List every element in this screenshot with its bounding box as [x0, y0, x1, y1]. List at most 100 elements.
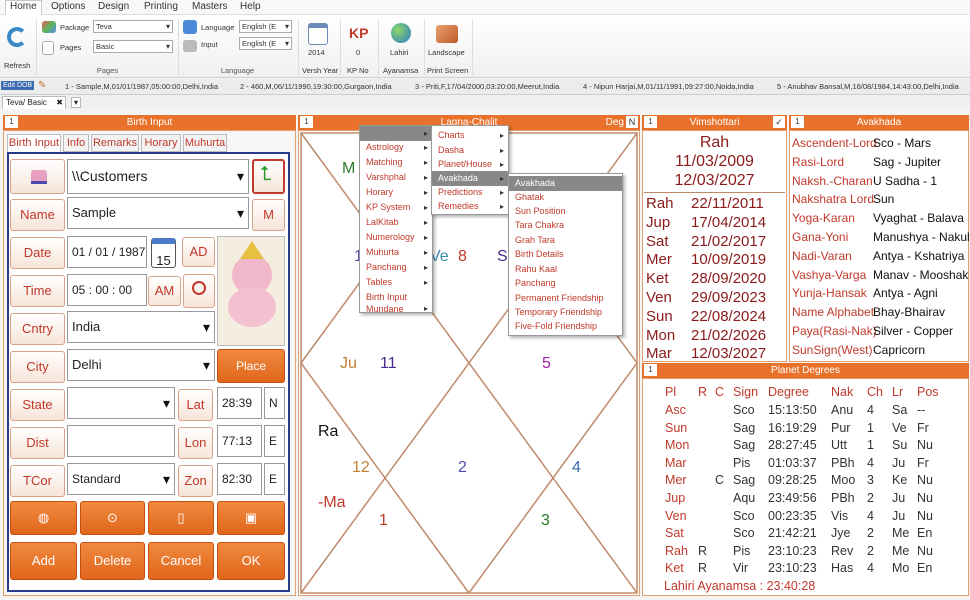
check-icon[interactable]: ✓ [773, 116, 785, 128]
language-select[interactable]: English (E [239, 20, 292, 33]
zone-input[interactable]: 82:30 [217, 463, 262, 495]
cancel-button[interactable]: Cancel [148, 542, 214, 580]
state-select[interactable] [67, 387, 175, 419]
ayanamsa-button[interactable]: Lahiri Ayanamsa [382, 21, 422, 75]
menu-home[interactable]: Home [5, 0, 42, 15]
dasha-row[interactable]: Sat 21/02/2017 [643, 233, 786, 252]
submenu-item-dasha[interactable]: Dasha ▸ [432, 143, 508, 158]
dasha-row[interactable]: Mar 12/03/2027 [643, 345, 786, 364]
tab-horary[interactable]: Horary [141, 134, 181, 152]
submenu2-item-birth-details[interactable]: Birth Details [509, 247, 622, 262]
submenu2-item-panchang[interactable]: Panchang [509, 276, 622, 291]
submenu2-item-avakhada[interactable]: Avakhada [509, 176, 622, 191]
menu-item-horary[interactable]: Horary ▸ [360, 185, 432, 200]
country-select[interactable]: India [67, 311, 215, 343]
north-toggle[interactable]: N [626, 116, 638, 128]
folder-path-select[interactable]: \\Customers [67, 159, 249, 194]
menu-item-varshphal[interactable]: Varshphal ▸ [360, 170, 432, 185]
lat-direction[interactable]: N [264, 387, 285, 419]
pages-select[interactable]: Basic [93, 40, 173, 53]
submenu2-item-five-fold-friendship[interactable]: Five-Fold Friendship [509, 319, 622, 334]
lon-button[interactable]: Lon [178, 427, 213, 459]
menu-item-kp-system[interactable]: KP System ▸ [360, 200, 432, 215]
city-select[interactable]: Delhi [67, 349, 215, 381]
tab-birth-input[interactable]: Birth Input [7, 134, 61, 152]
place-finder-button[interactable]: Place Finder [217, 349, 285, 405]
dasha-row[interactable]: Mer 10/09/2019 [643, 251, 786, 270]
ad-button[interactable]: AD [182, 237, 215, 267]
lon-input[interactable]: 77:13 [217, 425, 262, 457]
dasha-row[interactable]: Ven 29/09/2023 [643, 289, 786, 308]
pencil-icon[interactable]: ✎ [38, 80, 46, 91]
submenu2-item-ghatak[interactable]: Ghatak [509, 190, 622, 205]
gender-button[interactable]: M [252, 199, 285, 231]
menu-item-muhurta[interactable]: Muhurta ▸ [360, 245, 432, 260]
menu-item-tables[interactable]: Tables ▸ [360, 275, 432, 290]
menu-printing[interactable]: Printing [144, 1, 178, 12]
menu-item-blank[interactable]: ▸ [360, 126, 432, 141]
date-input[interactable]: 01 / 01 / 1987 [67, 236, 147, 268]
up-folder-button[interactable]: ⮤ [252, 159, 285, 194]
dasha-row[interactable]: Rah 22/11/2011 [643, 195, 786, 214]
submenu2-item-temporary-friendship[interactable]: Temporary Friendship [509, 305, 622, 320]
record-item[interactable]: 5 - Anubhav Bansal,M,16/08/1984,14:43:00… [777, 82, 959, 91]
dasha-row[interactable]: Jup 17/04/2014 [643, 214, 786, 233]
menu-item-numerology[interactable]: Numerology ▸ [360, 230, 432, 245]
tab-info[interactable]: Info [63, 134, 89, 152]
kp-no-button[interactable]: KP 0 KP No [344, 21, 374, 75]
versh-year-button[interactable]: 2014 Versh Year [302, 21, 338, 75]
lat-input[interactable]: 28:39 [217, 387, 262, 419]
add-button[interactable]: Add [10, 542, 77, 580]
ok-button[interactable]: OK [217, 542, 285, 580]
menu-item-matching[interactable]: Matching ▸ [360, 155, 432, 170]
print-screen-button[interactable]: Landscape Print Screen [426, 21, 470, 75]
input-select[interactable]: English (E [239, 37, 292, 50]
menu-options[interactable]: Options [51, 1, 85, 12]
save-button[interactable]: ▣ [217, 501, 285, 535]
lon-direction[interactable]: E [264, 425, 285, 457]
name-input[interactable]: Sample [67, 197, 249, 229]
tcor-select[interactable]: Standard [67, 463, 175, 495]
district-input[interactable] [67, 425, 175, 457]
lat-button[interactable]: Lat [178, 389, 213, 421]
submenu-item-remedies[interactable]: Remedies ▸ [432, 199, 508, 214]
deg-toggle[interactable]: Deg [606, 115, 624, 130]
submenu2-item-sun-position[interactable]: Sun Position [509, 204, 622, 219]
zone-button[interactable]: Zon [178, 465, 213, 497]
refresh-button[interactable]: Refresh [3, 25, 33, 73]
menu-masters[interactable]: Masters [192, 1, 228, 12]
submenu-item-predictions[interactable]: Predictions ▸ [432, 185, 508, 200]
submenu2-item-permanent-friendship[interactable]: Permanent Friendship [509, 291, 622, 306]
close-icon[interactable]: ✖ [56, 97, 63, 109]
submenu2-item-rahu-kaal[interactable]: Rahu Kaal [509, 262, 622, 277]
submenu2-item-grah-tara[interactable]: Grah Tara [509, 233, 622, 248]
submenu-item-charts[interactable]: Charts ▸ [432, 128, 508, 143]
globe-button[interactable]: ◍ [10, 501, 77, 535]
record-item[interactable]: 3 - Priti,F,17/04/2000,03:20:00,Meerut,I… [415, 82, 559, 91]
time-input[interactable]: 05 : 00 : 00 [67, 274, 147, 306]
clock-button[interactable]: ⊙ [80, 501, 145, 535]
record-item[interactable]: 1 - Sample,M,01/01/1987,05:00:00,Delhi,I… [65, 82, 218, 91]
birthday-button[interactable] [10, 159, 65, 194]
timezone-icon[interactable] [183, 274, 215, 308]
am-button[interactable]: AM [148, 276, 181, 306]
menu-item-astrology[interactable]: Astrology ▸ [360, 140, 432, 155]
new-document-button[interactable]: ▯ [148, 501, 214, 535]
submenu-item-avakhada[interactable]: Avakhada ▸ [432, 171, 508, 186]
tab-remarks[interactable]: Remarks [91, 134, 139, 152]
package-select[interactable]: Teva [93, 20, 173, 33]
edit-dob-button[interactable]: Edit DOB [1, 81, 35, 90]
record-item[interactable]: 4 - Nipun Harjai,M,01/11/1991,09:27:00,N… [583, 82, 754, 91]
menu-design[interactable]: Design [98, 1, 129, 12]
dasha-row[interactable]: Mon 21/02/2026 [643, 327, 786, 346]
menu-help[interactable]: Help [240, 1, 261, 12]
tab-dropdown-icon[interactable]: ▾ [71, 97, 82, 108]
record-item[interactable]: 2 - 460,M,06/11/1990,19:30:00,Gurgaon,In… [240, 82, 392, 91]
menu-item-mundane[interactable]: Mundane ▸ [360, 304, 432, 316]
menu-item-birth-input[interactable]: Birth Input [360, 290, 432, 305]
zone-direction[interactable]: E [264, 463, 285, 495]
tab-teva-basic[interactable]: Teva/ Basic ✖ [2, 96, 66, 109]
submenu-item-planet-house[interactable]: Planet/House ▸ [432, 157, 508, 172]
calendar-button[interactable]: 15 [151, 238, 176, 268]
delete-button[interactable]: Delete [80, 542, 145, 580]
